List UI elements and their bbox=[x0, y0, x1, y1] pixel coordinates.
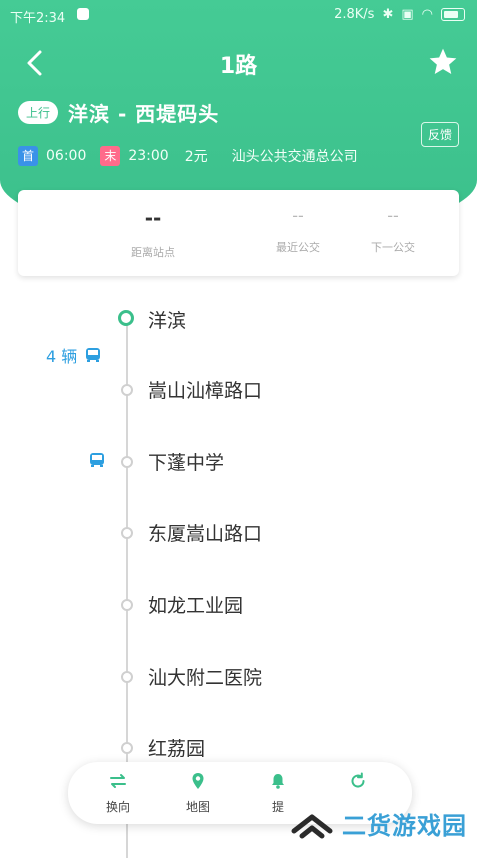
stop-item[interactable]: 洋滨 bbox=[0, 300, 477, 340]
first-bus-tag: 首 bbox=[18, 146, 38, 166]
status-time: 下午2:34 bbox=[10, 11, 66, 26]
bus-icon bbox=[86, 348, 101, 362]
stop-dot-icon bbox=[121, 742, 133, 754]
fare: 2元 bbox=[184, 149, 208, 165]
battery-icon bbox=[441, 8, 465, 21]
stop-item[interactable]: 如龙工业园 bbox=[0, 585, 477, 625]
reverse-direction-button[interactable]: 换向 bbox=[88, 770, 148, 815]
refresh-button[interactable] bbox=[328, 770, 388, 798]
stop-dot-icon bbox=[121, 456, 133, 468]
bus-count: 4 辆 bbox=[46, 347, 78, 366]
page-title: 1路 bbox=[219, 54, 258, 79]
reverse-direction-label: 换向 bbox=[105, 800, 130, 814]
sim-icon: ▣ bbox=[401, 7, 414, 22]
last-bus-tag: 末 bbox=[100, 146, 121, 166]
route-row: 上行 洋滨 - 西堤码头 bbox=[18, 98, 219, 126]
route-name: 洋滨 - 西堤码头 bbox=[68, 101, 220, 126]
net-speed: 2.8K/s bbox=[334, 7, 375, 22]
stop-name: 如龙工业园 bbox=[148, 595, 244, 617]
bus-count-indicator[interactable]: 4 辆 bbox=[46, 343, 101, 367]
map-label: 地图 bbox=[185, 800, 210, 814]
bell-icon bbox=[272, 774, 284, 789]
next-bus-label: 下一公交 bbox=[371, 241, 415, 254]
stop-dot-icon bbox=[121, 671, 133, 683]
stop-item[interactable]: 东厦嵩山路口 bbox=[0, 513, 477, 553]
direction-badge: 上行 bbox=[18, 100, 59, 124]
stop-dot-icon bbox=[121, 384, 133, 396]
watermark-logo-icon bbox=[291, 814, 333, 838]
last-bus-time: 23:00 bbox=[128, 148, 169, 164]
stop-item[interactable]: 下蓬中学 bbox=[0, 442, 477, 482]
stop-item[interactable]: 嵩山汕樟路口 bbox=[0, 370, 477, 410]
stop-dot-icon bbox=[121, 599, 133, 611]
nearest-bus-label: 最近公交 bbox=[276, 241, 320, 254]
nearest-bus-value: -- bbox=[292, 206, 304, 225]
favorite-button[interactable] bbox=[427, 46, 459, 78]
swap-icon bbox=[110, 774, 126, 788]
distance-stop-cell: -- 距离站点 bbox=[108, 206, 198, 260]
nearest-bus-cell: -- 最近公交 bbox=[253, 206, 343, 255]
watermark: 二货游戏园 bbox=[290, 806, 467, 841]
stop-name: 下蓬中学 bbox=[148, 452, 225, 474]
distance-stop-label: 距离站点 bbox=[131, 246, 175, 259]
feedback-button[interactable]: 反馈 bbox=[420, 122, 459, 147]
stop-dot-icon bbox=[121, 527, 133, 539]
first-bus-time: 06:00 bbox=[46, 148, 87, 164]
stop-name: 红荔园 bbox=[148, 738, 206, 760]
arrival-info-card: -- 距离站点 -- 最近公交 -- 下一公交 bbox=[18, 190, 459, 276]
stop-name: 东厦嵩山路口 bbox=[148, 523, 263, 545]
bluetooth-icon: ✱ bbox=[382, 7, 394, 22]
map-button[interactable]: 地图 bbox=[168, 770, 228, 815]
route-info-row: 首 06:00 末 23:00 2元 汕头公共交通总公司 bbox=[18, 146, 358, 166]
status-bar: 下午2:34 2.8K/s ✱ ▣ ◠ bbox=[0, 0, 477, 30]
stop-name: 洋滨 bbox=[148, 310, 187, 332]
stop-dot-icon bbox=[118, 310, 134, 326]
watermark-text: 二货游戏园 bbox=[342, 812, 467, 840]
star-icon bbox=[429, 48, 457, 74]
location-pin-icon bbox=[192, 773, 204, 789]
wifi-icon: ◠ bbox=[421, 7, 433, 22]
shield-icon bbox=[77, 8, 89, 20]
distance-stop-value: -- bbox=[144, 206, 162, 230]
stop-item[interactable]: 汕大附二医院 bbox=[0, 657, 477, 697]
next-bus-cell: -- 下一公交 bbox=[348, 206, 438, 255]
bus-company: 汕头公共交通总公司 bbox=[231, 149, 358, 165]
title-bar: 1路 bbox=[0, 40, 477, 84]
refresh-icon bbox=[351, 772, 365, 788]
stop-name: 汕大附二医院 bbox=[148, 667, 263, 689]
stop-name: 嵩山汕樟路口 bbox=[148, 380, 263, 402]
next-bus-value: -- bbox=[387, 206, 399, 225]
